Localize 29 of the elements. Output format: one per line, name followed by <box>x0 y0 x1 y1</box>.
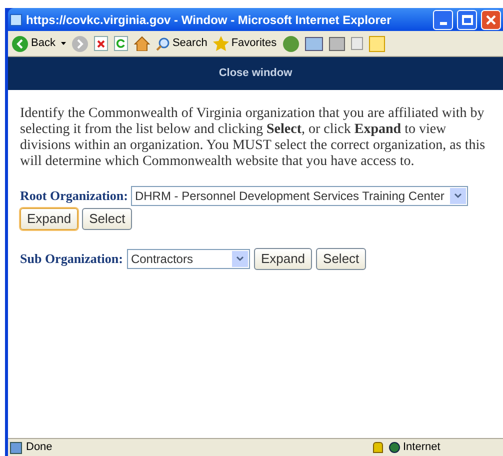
stop-icon[interactable] <box>94 36 108 51</box>
form-button[interactable]: Expand <box>20 208 78 230</box>
close-window-link[interactable]: Close window <box>218 65 292 82</box>
close-icon[interactable] <box>481 10 501 30</box>
window-title: https://covkc.virginia.gov - Window - Microsoft Internet Explorer <box>26 12 392 28</box>
instructions-text: Identify the Commonwealth of Virginia organization that you are affiliated with by selecting it from the list below and clicking Select, or click Expand to view divisions within an organization. You MUST select the correct organization, as this will determine which Commonwealth website that you have access to. <box>20 106 486 170</box>
form-button[interactable]: Select <box>316 248 366 270</box>
minimize-icon[interactable] <box>433 10 453 30</box>
maximize-icon[interactable] <box>457 10 477 30</box>
lock-icon <box>373 442 383 453</box>
form-button[interactable]: Select <box>82 208 132 230</box>
refresh-icon[interactable] <box>114 36 128 51</box>
form-button[interactable]: Expand <box>254 248 312 270</box>
browser-icon <box>10 14 22 26</box>
root-organization-label: Root Organization: <box>20 187 128 206</box>
search-icon <box>156 36 170 50</box>
favorites-button[interactable]: Favorites <box>213 35 277 52</box>
zone-text: Internet <box>403 440 442 456</box>
status-text: Done <box>26 440 54 456</box>
home-icon[interactable] <box>134 36 150 51</box>
back-button[interactable]: Back <box>12 35 56 52</box>
dropdown-arrow-icon[interactable] <box>61 42 66 45</box>
star-icon <box>213 36 230 51</box>
dropdown-field[interactable]: Contractors <box>126 249 250 269</box>
dropdown-value: DHRM - Personnel Development Services Training Center <box>134 188 446 205</box>
dropdown-value: Contractors <box>130 251 194 268</box>
dropdown-field[interactable]: DHRM - Personnel Development Services Training Center <box>130 186 468 206</box>
search-button[interactable]: Search <box>156 35 208 52</box>
sub-organization-label: Sub Organization: <box>20 250 123 268</box>
